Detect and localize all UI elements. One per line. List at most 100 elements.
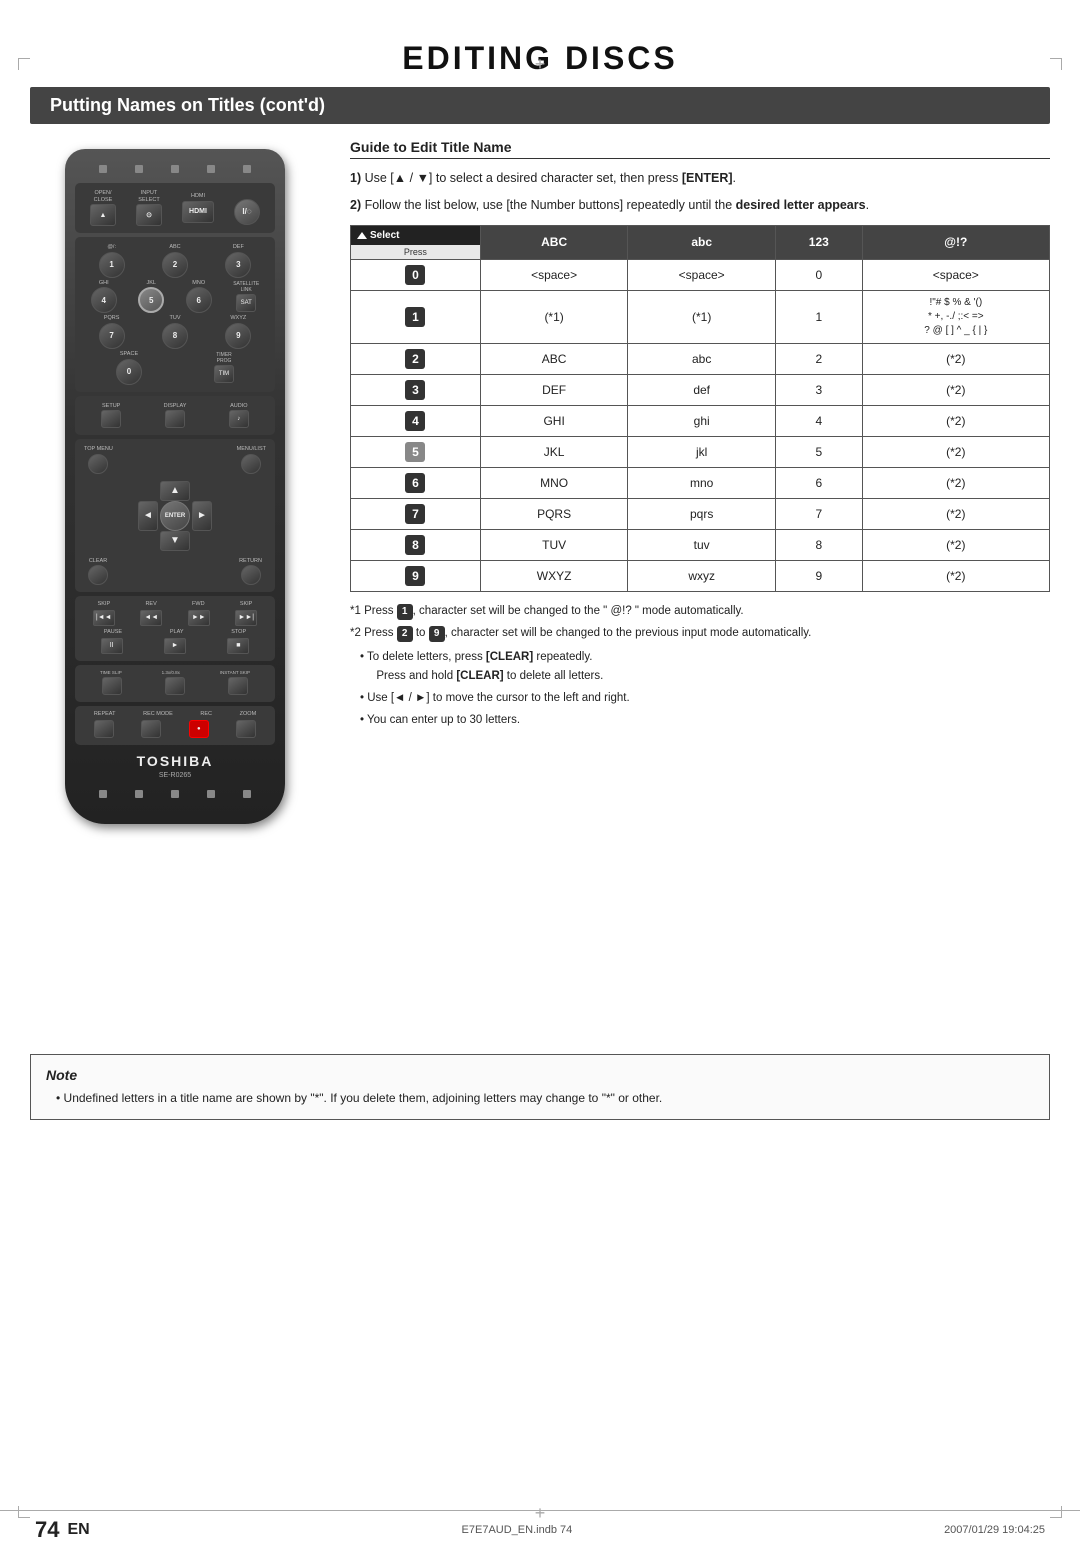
rec-label: REC bbox=[200, 711, 212, 718]
num5-button[interactable]: 5 bbox=[138, 287, 164, 313]
hdmi-button[interactable]: HDMI bbox=[182, 201, 214, 223]
stop-button[interactable]: ■ bbox=[227, 638, 249, 654]
num8-button[interactable]: 8 bbox=[162, 323, 188, 349]
satellite-col: SATELLITELINK SAT bbox=[233, 281, 259, 312]
menu-list-button[interactable] bbox=[241, 454, 261, 474]
at-button[interactable]: 1 bbox=[99, 252, 125, 278]
remote-top-btn-row: OPEN/CLOSE ▲ INPUTSELECT ⊙ HDMI HDMI bbox=[80, 190, 270, 226]
top-menu-button[interactable] bbox=[88, 454, 108, 474]
num6-button[interactable]: 6 bbox=[186, 287, 212, 313]
return-button[interactable] bbox=[241, 565, 261, 585]
num4-button[interactable]: 4 bbox=[91, 287, 117, 313]
skip-rev-button[interactable]: |◄◄ bbox=[93, 610, 115, 626]
repeat-button[interactable] bbox=[94, 720, 114, 738]
num-cell-5: 5 bbox=[775, 436, 862, 467]
num-cell-7: 7 bbox=[775, 498, 862, 529]
dpad-up[interactable]: ▲ bbox=[160, 481, 190, 501]
num-cell-9: 9 bbox=[775, 560, 862, 591]
num9-button[interactable]: 9 bbox=[225, 323, 251, 349]
special-labels-row: TIME SLIP 1.3x/0.8x INSTANT SKIP bbox=[80, 670, 270, 675]
instant-skip-button[interactable] bbox=[228, 677, 248, 695]
btn-cell-9: 9 bbox=[351, 560, 481, 591]
num3-button[interactable]: 3 bbox=[225, 252, 251, 278]
open-close-button[interactable]: ▲ bbox=[90, 204, 116, 226]
playback-labels: PAUSE PLAY STOP bbox=[80, 629, 270, 636]
zoom-button[interactable] bbox=[236, 720, 256, 738]
num-btn-9: 9 bbox=[405, 566, 425, 586]
top-menu-col: TOP MENU bbox=[84, 446, 113, 474]
display-label: DISPLAY bbox=[164, 403, 187, 410]
rev-label: REV bbox=[145, 601, 156, 608]
setup-button[interactable] bbox=[101, 410, 121, 428]
audio-col: AUDIO ♪ bbox=[229, 403, 249, 429]
num-cell-0: 0 bbox=[775, 259, 862, 290]
skip-rev-label: SKIP bbox=[98, 601, 111, 608]
input-select-button[interactable]: ⊙ bbox=[136, 204, 162, 226]
audio-button[interactable]: ♪ bbox=[229, 410, 249, 428]
timer-button[interactable]: TIM bbox=[214, 365, 234, 383]
num-cell-8: 8 bbox=[775, 529, 862, 560]
remote-special-section: TIME SLIP 1.3x/0.8x INSTANT SKIP bbox=[75, 665, 275, 702]
time-slip-label: TIME SLIP bbox=[100, 670, 122, 675]
remote-top-section: OPEN/CLOSE ▲ INPUTSELECT ⊙ HDMI HDMI bbox=[75, 183, 275, 233]
remote-side: OPEN/CLOSE ▲ INPUTSELECT ⊙ HDMI HDMI bbox=[30, 139, 320, 834]
note-text: • Undefined letters in a title name are … bbox=[56, 1089, 1034, 1107]
spacer bbox=[0, 834, 1080, 1034]
at-label: @/: bbox=[107, 244, 116, 251]
num-btn-4: 4 bbox=[405, 411, 425, 431]
remote-bottom-dot bbox=[243, 790, 251, 798]
time-slip-button[interactable] bbox=[102, 677, 122, 695]
page-number: 74 bbox=[35, 1517, 59, 1543]
num2-button[interactable]: 2 bbox=[162, 252, 188, 278]
rec-mode-button[interactable] bbox=[141, 720, 161, 738]
dpad-right[interactable]: ► bbox=[192, 501, 212, 531]
rec-button[interactable]: ● bbox=[189, 720, 209, 738]
num-btn-6: 6 bbox=[405, 473, 425, 493]
num-cell-3: 3 bbox=[775, 374, 862, 405]
play-button[interactable]: ► bbox=[164, 638, 186, 654]
instructions-side: Guide to Edit Title Name 1) Use [▲ / ▼] … bbox=[350, 139, 1050, 834]
rev-button[interactable]: ◄◄ bbox=[140, 610, 162, 626]
clear-label: CLEAR bbox=[89, 558, 107, 565]
remote-bottom-dot bbox=[99, 790, 107, 798]
abclower-cell-8: tuv bbox=[628, 529, 776, 560]
display-col: DISPLAY bbox=[164, 403, 187, 429]
btn-cell-8: 8 bbox=[351, 529, 481, 560]
return-label: RETURN bbox=[239, 558, 262, 565]
special-cell-8: (*2) bbox=[862, 529, 1049, 560]
input-select-label: INPUTSELECT bbox=[138, 190, 159, 203]
num7-button[interactable]: 7 bbox=[99, 323, 125, 349]
mno-col: MNO 6 bbox=[186, 280, 212, 314]
play-speed-button[interactable] bbox=[165, 677, 185, 695]
character-table: Select Press ABC abc 123 @!? 0 <space> bbox=[350, 225, 1050, 592]
clear-button[interactable] bbox=[88, 565, 108, 585]
timer-label: TIMERPROG bbox=[216, 352, 232, 364]
play-label: PLAY bbox=[170, 629, 184, 636]
hdmi-col: HDMI HDMI bbox=[182, 193, 214, 223]
power-button[interactable]: I/◌ bbox=[234, 199, 260, 225]
table-row-6: 6 MNO mno 6 (*2) bbox=[351, 467, 1050, 498]
display-button[interactable] bbox=[165, 410, 185, 428]
abclower-cell-7: pqrs bbox=[628, 498, 776, 529]
num0-button[interactable]: 0 bbox=[116, 359, 142, 385]
transport-row1: |◄◄ ◄◄ ►► ►►| bbox=[80, 610, 270, 626]
remote-dot bbox=[135, 165, 143, 173]
table-row-4: 4 GHI ghi 4 (*2) bbox=[351, 405, 1050, 436]
abclower-cell-4: ghi bbox=[628, 405, 776, 436]
abc-cell-8: TUV bbox=[480, 529, 628, 560]
special-cell-3: (*2) bbox=[862, 374, 1049, 405]
satellite-button[interactable]: SAT bbox=[236, 294, 256, 312]
pause-button[interactable]: II bbox=[101, 638, 123, 654]
fwd-button[interactable]: ►► bbox=[188, 610, 210, 626]
input-select-col: INPUTSELECT ⊙ bbox=[136, 190, 162, 226]
numpad-row1: @/: 1 ABC 2 DEF 3 bbox=[80, 244, 270, 278]
ghi-label: GHI bbox=[99, 280, 109, 287]
dpad-left[interactable]: ◄ bbox=[138, 501, 158, 531]
skip-fwd-button[interactable]: ►►| bbox=[235, 610, 257, 626]
dpad-enter[interactable]: ENTER bbox=[160, 501, 190, 531]
special-cell-6: (*2) bbox=[862, 467, 1049, 498]
rec-mode-label: REC MODE bbox=[143, 711, 173, 718]
dpad-down[interactable]: ▼ bbox=[160, 531, 190, 551]
wxyz-col: WXYZ 9 bbox=[225, 315, 251, 349]
guide-header: Guide to Edit Title Name bbox=[350, 139, 1050, 159]
